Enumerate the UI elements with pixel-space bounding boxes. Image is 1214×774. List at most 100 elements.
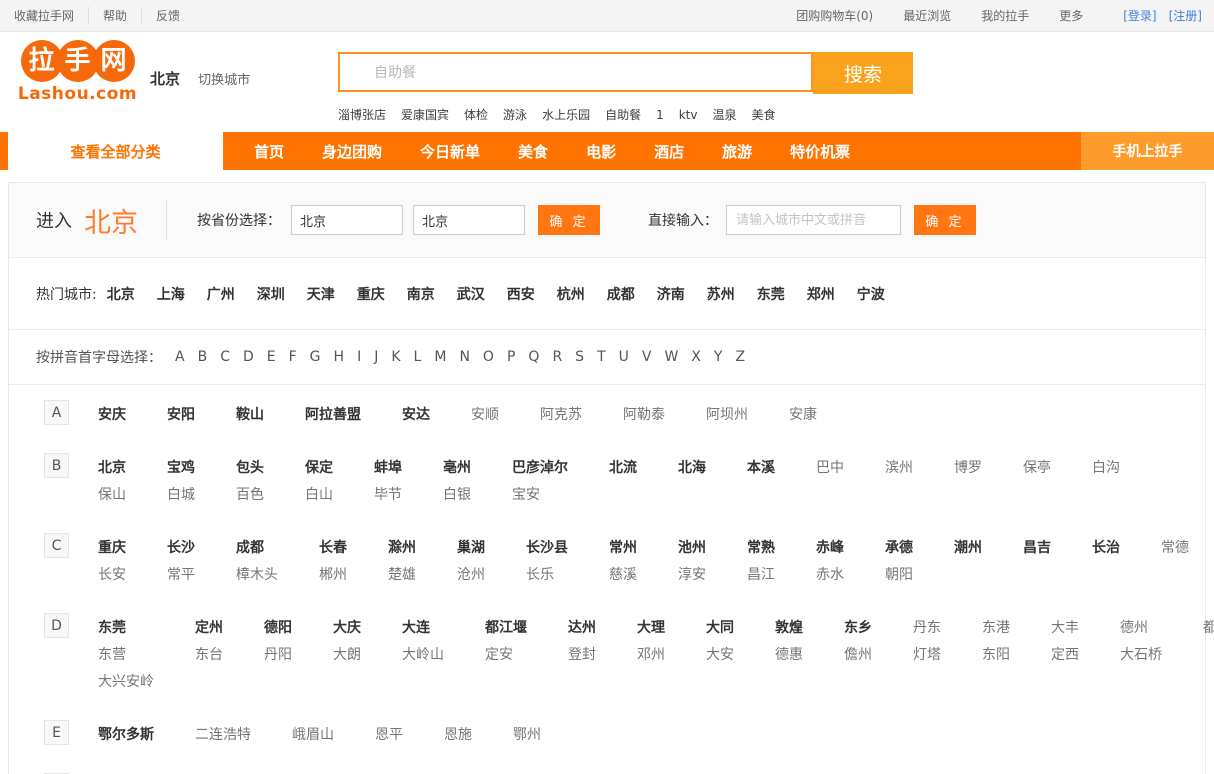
city-link[interactable]: 成都 xyxy=(236,537,319,557)
city-link[interactable]: 北流 xyxy=(609,457,678,477)
letter-link[interactable]: O xyxy=(483,349,494,365)
hot-city-link[interactable]: 杭州 xyxy=(557,287,585,303)
city-link[interactable]: 博罗 xyxy=(954,457,1023,477)
city-link[interactable]: 丹东 xyxy=(913,617,982,637)
search-button[interactable]: 搜索 xyxy=(813,52,913,94)
letter-link[interactable]: F xyxy=(289,349,297,365)
province-confirm-button[interactable]: 确 定 xyxy=(538,205,600,235)
city-link[interactable]: 亳州 xyxy=(443,457,512,477)
city-link[interactable]: 阿坝州 xyxy=(706,404,789,424)
letter-link[interactable]: R xyxy=(552,349,562,365)
city-link[interactable]: 峨眉山 xyxy=(292,724,375,744)
city-link[interactable]: 常平 xyxy=(167,564,236,584)
hot-city-link[interactable]: 成都 xyxy=(607,287,635,303)
letter-link[interactable]: D xyxy=(243,349,254,365)
city-link[interactable]: 宝安 xyxy=(512,484,609,504)
city-link[interactable]: 敦煌 xyxy=(775,617,844,637)
hot-keyword-link[interactable]: 游泳 xyxy=(503,108,527,122)
city-link[interactable]: 安顺 xyxy=(471,404,540,424)
city-link[interactable]: 大兴安岭 xyxy=(98,671,195,691)
city-link[interactable]: 白山 xyxy=(305,484,374,504)
city-link[interactable]: 北海 xyxy=(678,457,747,477)
city-link[interactable]: 保定 xyxy=(305,457,374,477)
city-link[interactable]: 长治 xyxy=(1092,537,1161,557)
city-link[interactable]: 大同 xyxy=(706,617,775,637)
city-link[interactable]: 德阳 xyxy=(264,617,333,637)
city-link[interactable]: 鞍山 xyxy=(236,404,305,424)
letter-link[interactable]: Z xyxy=(735,349,745,365)
city-link[interactable]: 北京 xyxy=(98,457,167,477)
city-link[interactable]: 重庆 xyxy=(98,537,167,557)
city-link[interactable]: 阿勒泰 xyxy=(623,404,706,424)
city-link[interactable]: 二连浩特 xyxy=(195,724,292,744)
city-link[interactable]: 赤峰 xyxy=(816,537,885,557)
city-link[interactable]: 大岭山 xyxy=(402,644,485,664)
hot-city-link[interactable]: 深圳 xyxy=(257,287,285,303)
city-link[interactable]: 保亭 xyxy=(1023,457,1092,477)
direct-confirm-button[interactable]: 确 定 xyxy=(914,205,976,235)
city-link[interactable]: 大庆 xyxy=(333,617,402,637)
city-link[interactable]: 保山 xyxy=(98,484,167,504)
city-link[interactable]: 长春 xyxy=(319,537,388,557)
city-link[interactable]: 长乐 xyxy=(526,564,609,584)
city-link[interactable]: 东营 xyxy=(98,644,195,664)
city-link[interactable]: 毕节 xyxy=(374,484,443,504)
city-link[interactable]: 定安 xyxy=(485,644,568,664)
hot-keyword-link[interactable]: ktv xyxy=(679,108,698,122)
hot-keyword-link[interactable]: 温泉 xyxy=(713,108,737,122)
city-link[interactable]: 昌吉 xyxy=(1023,537,1092,557)
hot-city-link[interactable]: 上海 xyxy=(157,287,185,303)
letter-link[interactable]: J xyxy=(374,349,378,365)
hot-city-link[interactable]: 武汉 xyxy=(457,287,485,303)
topbar-link[interactable]: 帮助 xyxy=(89,7,142,24)
city-link[interactable]: 鄂尔多斯 xyxy=(98,724,195,744)
city-link[interactable]: 大安 xyxy=(706,644,775,664)
letter-link[interactable]: T xyxy=(597,349,606,365)
province-select[interactable] xyxy=(291,205,403,235)
topbar-link[interactable]: 反馈 xyxy=(142,7,194,24)
hot-city-link[interactable]: 东莞 xyxy=(757,287,785,303)
city-direct-input[interactable] xyxy=(726,205,901,235)
city-link[interactable]: 巴中 xyxy=(816,457,885,477)
letter-link[interactable]: X xyxy=(691,349,701,365)
city-link[interactable]: 沧州 xyxy=(457,564,526,584)
letter-link[interactable]: I xyxy=(357,349,361,365)
nav-item[interactable]: 今日新单 xyxy=(420,141,480,162)
city-link[interactable]: 长安 xyxy=(98,564,167,584)
city-link[interactable]: 阿拉善盟 xyxy=(305,404,402,424)
city-link[interactable]: 登封 xyxy=(568,644,637,664)
letter-link[interactable]: W xyxy=(664,349,678,365)
city-link[interactable]: 本溪 xyxy=(747,457,816,477)
city-link[interactable]: 定西 xyxy=(1051,644,1120,664)
city-link[interactable]: 大朗 xyxy=(333,644,402,664)
hot-keyword-link[interactable]: 美食 xyxy=(752,108,776,122)
letter-link[interactable]: U xyxy=(619,349,629,365)
hot-keyword-link[interactable]: 淄博张店 xyxy=(338,108,386,122)
hot-city-link[interactable]: 西安 xyxy=(507,287,535,303)
topbar-link[interactable]: 团购购物车(0) xyxy=(796,7,873,24)
letter-link[interactable]: V xyxy=(642,349,652,365)
nav-item[interactable]: 身边团购 xyxy=(322,141,382,162)
hot-city-link[interactable]: 北京 xyxy=(107,287,135,303)
city-select[interactable] xyxy=(413,205,525,235)
topbar-link[interactable]: 我的拉手 xyxy=(981,7,1029,24)
city-link[interactable]: 滁州 xyxy=(388,537,457,557)
city-link[interactable]: 丹阳 xyxy=(264,644,333,664)
all-categories-tab[interactable]: 查看全部分类 xyxy=(8,132,223,170)
city-link[interactable]: 淳安 xyxy=(678,564,747,584)
hot-city-link[interactable]: 济南 xyxy=(657,287,685,303)
letter-link[interactable]: G xyxy=(310,349,321,365)
city-link[interactable]: 常德 xyxy=(1161,537,1214,557)
city-link[interactable]: 东莞 xyxy=(98,617,195,637)
city-link[interactable]: 白银 xyxy=(443,484,512,504)
hot-city-link[interactable]: 广州 xyxy=(207,287,235,303)
city-link[interactable]: 安达 xyxy=(402,404,471,424)
city-link[interactable]: 常州 xyxy=(609,537,678,557)
city-link[interactable]: 郴州 xyxy=(319,564,388,584)
nav-item[interactable]: 首页 xyxy=(254,141,284,162)
city-link[interactable]: 大理 xyxy=(637,617,706,637)
auth-link[interactable]: [登录] xyxy=(1123,7,1156,24)
city-link[interactable]: 蚌埠 xyxy=(374,457,443,477)
city-link[interactable]: 东港 xyxy=(982,617,1051,637)
city-link[interactable]: 定州 xyxy=(195,617,264,637)
